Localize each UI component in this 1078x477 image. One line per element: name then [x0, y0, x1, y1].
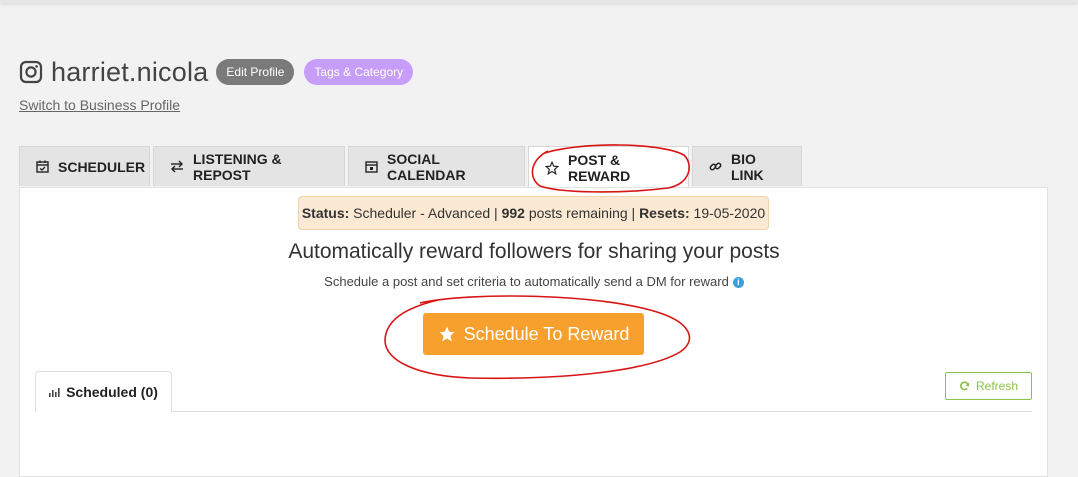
- tab-label: BIO LINK: [731, 150, 764, 183]
- profile-header: harriet.nicola Edit Profile Tags & Categ…: [19, 56, 423, 88]
- tab-scheduler[interactable]: SCHEDULER: [19, 146, 150, 186]
- main-tabs: SCHEDULER LISTENING & REPOST SOCIAL CALE…: [19, 146, 805, 188]
- tab-scheduled[interactable]: Scheduled (0): [35, 371, 172, 412]
- profile-username: harriet.nicola: [51, 56, 209, 87]
- tab-listening-repost[interactable]: LISTENING & REPOST: [153, 146, 345, 186]
- schedule-to-reward-button[interactable]: Schedule To Reward: [423, 313, 644, 355]
- tab-label: SCHEDULER: [58, 158, 146, 175]
- top-bar: [0, 0, 1078, 3]
- resets-key: Resets:: [639, 205, 690, 221]
- refresh-label: Refresh: [975, 379, 1019, 393]
- calendar-icon: [365, 160, 378, 173]
- tab-label: SOCIAL CALENDAR: [387, 150, 466, 183]
- resets-date: 19-05-2020: [693, 205, 766, 221]
- subtab-divider: [35, 411, 1032, 412]
- cta-label: Schedule To Reward: [463, 323, 630, 344]
- info-icon[interactable]: i: [732, 277, 744, 289]
- tab-label: LISTENING & REPOST: [193, 150, 282, 183]
- edit-profile-button[interactable]: Edit Profile: [216, 59, 295, 85]
- star-icon: [438, 325, 456, 343]
- posts-remaining-count: 992: [501, 205, 525, 221]
- page-headline: Automatically reward followers for shari…: [288, 240, 780, 263]
- calendar-check-icon: [36, 160, 49, 173]
- switch-to-business-link[interactable]: Switch to Business Profile: [19, 97, 180, 113]
- status-key: Status:: [301, 205, 350, 221]
- page-subheadline: Schedule a post and set criteria to auto…: [0, 274, 1068, 289]
- scheduled-label: Scheduled (0): [66, 383, 158, 400]
- refresh-button[interactable]: Refresh: [945, 372, 1032, 400]
- instagram-icon: [19, 60, 43, 84]
- repost-icon: [170, 160, 184, 173]
- link-icon: [709, 160, 722, 173]
- posts-remaining-text: posts remaining |: [528, 205, 636, 221]
- status-banner: Status: Scheduler - Advanced | 992 posts…: [298, 196, 769, 230]
- status-value: Scheduler - Advanced |: [353, 205, 498, 221]
- subheadline-text: Schedule a post and set criteria to auto…: [324, 274, 729, 289]
- star-outline-icon: [545, 160, 559, 175]
- tab-post-reward[interactable]: POST & REWARD: [528, 146, 689, 188]
- tab-label: POST & REWARD: [568, 151, 631, 184]
- tab-social-calendar[interactable]: SOCIAL CALENDAR: [348, 146, 525, 186]
- bar-chart-icon: [49, 387, 61, 397]
- tags-category-button[interactable]: Tags & Category: [304, 59, 414, 85]
- refresh-icon: [959, 380, 970, 392]
- tab-bio-link[interactable]: BIO LINK: [692, 146, 802, 186]
